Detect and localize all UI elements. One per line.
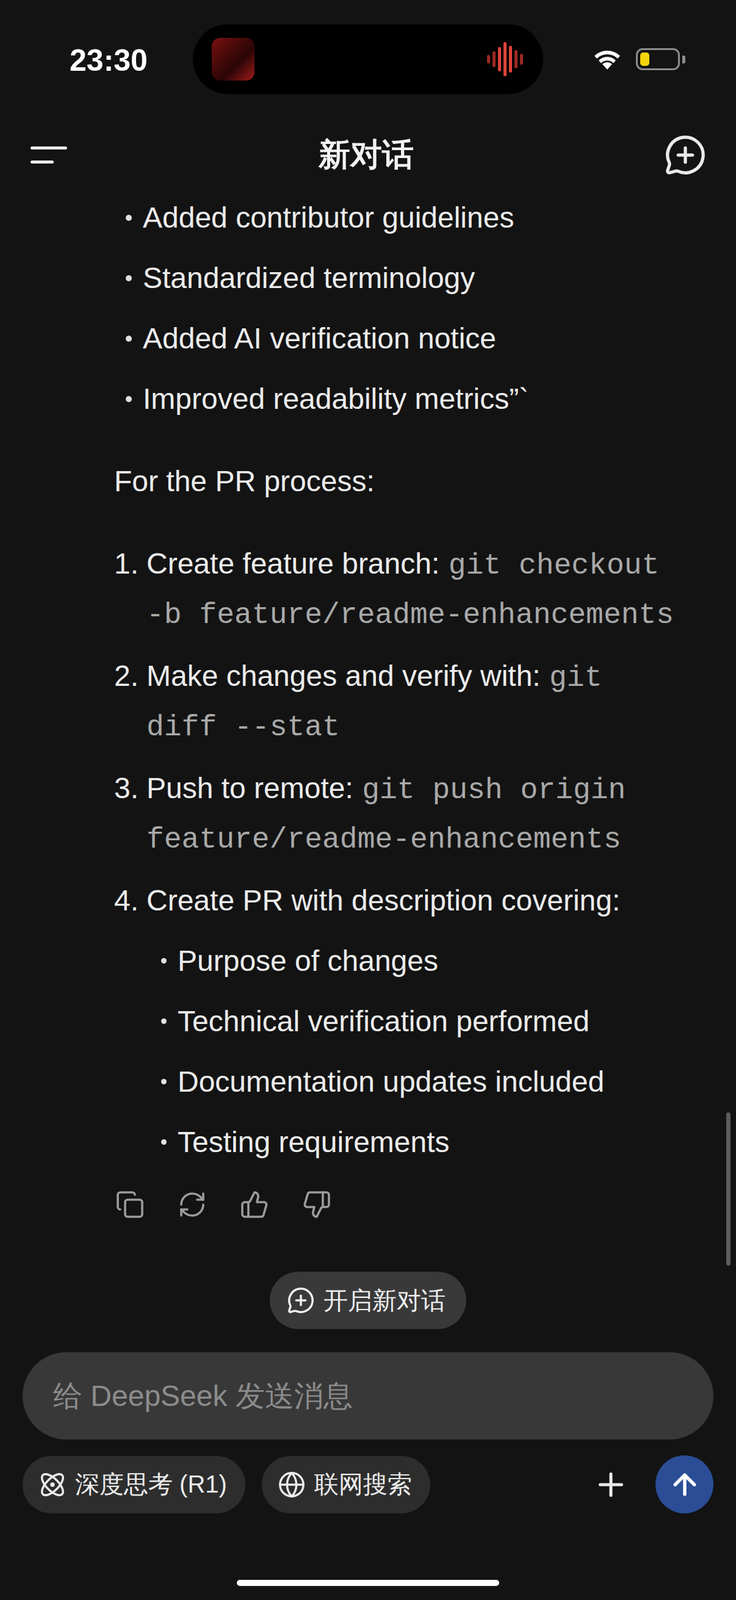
thumbs-up-icon — [239, 1190, 270, 1220]
sub-list: Purpose of changes Technical verification… — [146, 937, 684, 1166]
send-button[interactable] — [655, 1455, 714, 1514]
tool-row: 深度思考 (R1) 联网搜索 — [0, 1455, 736, 1514]
waveform-icon — [485, 39, 525, 80]
mode-toggle[interactable]: 深度思考 (R1) — [22, 1456, 246, 1514]
message-area: Added contributor guidelines Standardized… — [0, 194, 736, 1272]
step-list: 1.Create feature branch:git checkout -b … — [114, 540, 684, 1166]
bullet-text: Added contributor guidelines — [142, 194, 514, 242]
album-art — [211, 37, 255, 81]
sub-text: Testing requirements — [177, 1118, 450, 1166]
step-number: 2. — [114, 652, 147, 752]
like-button[interactable] — [238, 1188, 271, 1221]
step-body: Create PR with description covering: Purp… — [146, 876, 684, 1166]
atom-icon — [38, 1470, 67, 1499]
step-text: Make changes and verify with: — [146, 659, 541, 693]
mode-toggle[interactable]: 联网搜索 — [261, 1456, 431, 1514]
toggle-label: 深度思考 (R1) — [75, 1467, 228, 1502]
step-number: 1. — [114, 540, 147, 639]
sub-item: Documentation updates included — [161, 1058, 684, 1106]
bullet-text: Improved readability metrics”` — [142, 375, 529, 423]
sub-item: Testing requirements — [161, 1118, 684, 1166]
sub-text: Purpose of changes — [177, 937, 439, 985]
input-placeholder: 给 DeepSeek 发送消息 — [53, 1376, 353, 1416]
step-number: 3. — [114, 764, 147, 864]
sub-text: Documentation updates included — [177, 1058, 605, 1106]
composer: 开启新对话给 DeepSeek 发送消息深度思考 (R1) 联网搜索 — [0, 1271, 736, 1600]
status-icons — [591, 47, 686, 71]
home-indicator — [236, 1580, 500, 1587]
step-body: Create feature branch:git checkout -b fe… — [146, 540, 684, 639]
wifi-icon — [591, 47, 623, 71]
step-item: 3.Push to remote:git push origin feature… — [114, 764, 684, 864]
dislike-button[interactable] — [300, 1188, 333, 1221]
start-new-chat-button[interactable]: 开启新对话 — [269, 1271, 467, 1330]
new-chat-icon — [663, 133, 707, 177]
bullet-item: Added AI verification notice — [125, 314, 684, 362]
battery-nub — [682, 55, 686, 64]
copy-icon — [115, 1190, 145, 1220]
new-chat-icon — [286, 1286, 315, 1315]
message-actions — [114, 1188, 684, 1221]
bullet-item: Standardized terminology — [125, 254, 684, 302]
header: 新对话 — [0, 115, 736, 195]
regenerate-button[interactable] — [176, 1188, 209, 1221]
bullet-item: Improved readability metrics”` — [125, 375, 684, 423]
step-text: Push to remote: — [146, 772, 354, 805]
bullet-mark — [125, 214, 132, 221]
sub-text: Technical verification performed — [177, 997, 590, 1045]
bullet-list: Added contributor guidelines Standardized… — [114, 194, 684, 423]
plus-icon — [592, 1466, 630, 1504]
menu-button[interactable] — [27, 133, 71, 177]
bullet-mark — [161, 1139, 167, 1145]
bullet-mark — [161, 1018, 167, 1025]
step-text: Create PR with description covering: — [146, 884, 621, 917]
step-body: Push to remote:git push origin feature/r… — [146, 764, 684, 864]
step-item: 4.Create PR with description covering: Pu… — [114, 876, 684, 1166]
arrow-up-icon — [668, 1468, 702, 1502]
thumbs-down-icon — [302, 1190, 332, 1220]
start-new-chat-label: 开启新对话 — [323, 1284, 446, 1318]
globe-icon — [277, 1470, 306, 1499]
copy-button[interactable] — [114, 1188, 146, 1221]
menu-icon — [29, 142, 69, 168]
dynamic-island[interactable] — [192, 24, 544, 94]
new-chat-button[interactable] — [662, 131, 709, 179]
battery-fill — [640, 52, 650, 66]
step-item: 2.Make changes and verify with:git diff … — [114, 652, 684, 752]
bullet-text: Standardized terminology — [142, 254, 475, 302]
step-item: 1.Create feature branch:git checkout -b … — [114, 540, 684, 639]
step-number: 4. — [114, 876, 147, 1166]
clock: 23:30 — [69, 42, 148, 79]
attach-button[interactable] — [592, 1466, 630, 1504]
step-text: Create feature branch: — [146, 547, 440, 580]
step-body: Make changes and verify with:git diff --… — [146, 652, 684, 752]
bullet-item: Added contributor guidelines — [125, 194, 684, 242]
bullet-mark — [125, 396, 132, 403]
refresh-icon — [177, 1190, 207, 1220]
toggle-label: 联网搜索 — [314, 1467, 412, 1502]
bullet-mark — [161, 958, 167, 964]
battery-icon — [635, 48, 680, 71]
status-bar: 23:30 — [0, 0, 736, 116]
bullet-text: Added AI verification notice — [142, 314, 497, 362]
message-input[interactable]: 给 DeepSeek 发送消息 — [22, 1352, 714, 1440]
sub-item: Purpose of changes — [161, 937, 684, 985]
scrollbar-thumb[interactable] — [726, 1112, 731, 1266]
bullet-mark — [125, 335, 132, 342]
header-title: 新对话 — [318, 133, 414, 177]
bullet-mark — [125, 275, 132, 282]
intro-text: For the PR process: — [114, 457, 684, 505]
bullet-mark — [161, 1078, 167, 1085]
sub-item: Technical verification performed — [161, 997, 684, 1045]
chat-screen: 23:30 新对话 Added contributor guidelines Stan… — [0, 0, 736, 1600]
